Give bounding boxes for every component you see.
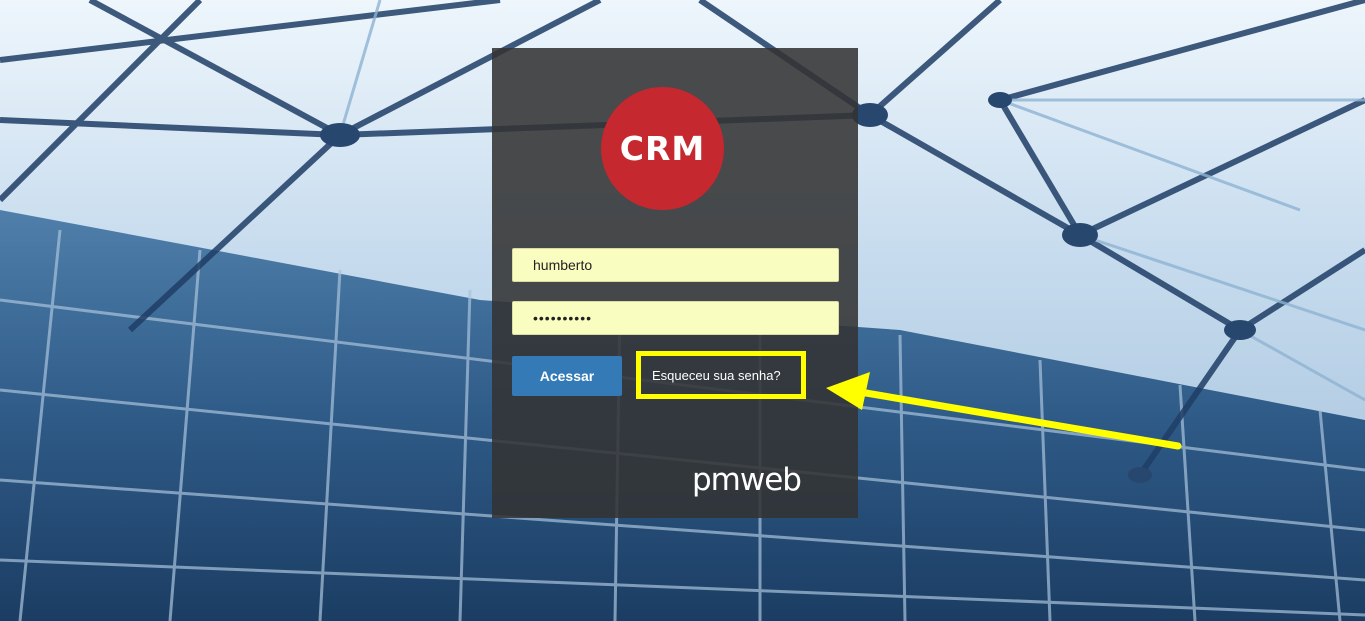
acessar-button[interactable]: Acessar [512,356,622,396]
crm-logo: CRM [601,87,724,210]
password-field[interactable] [512,301,839,335]
annotation-highlight-box: Esqueceu sua senha? [636,351,806,399]
login-page: CRM Acessar Esqueceu sua senha? pmweb [0,0,1365,621]
pmweb-logo: pmweb [692,462,802,498]
forgot-password-link[interactable]: Esqueceu sua senha? [641,368,781,383]
username-field[interactable] [512,248,839,282]
crm-logo-text: CRM [619,129,706,168]
login-panel: CRM Acessar Esqueceu sua senha? pmweb [492,48,858,518]
